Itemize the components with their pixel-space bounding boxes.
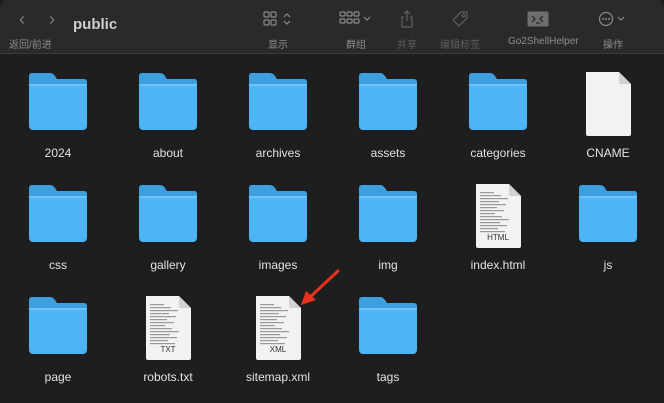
folder-icon — [113, 180, 223, 252]
folder-icon — [113, 68, 223, 140]
file-name: tags — [376, 370, 400, 384]
nav-label: 返回/前进 — [9, 40, 52, 51]
file-name: about — [152, 146, 184, 160]
file-name: CNAME — [586, 146, 630, 160]
file-name: css — [49, 258, 67, 272]
folder-icon — [333, 180, 443, 252]
svg-text:TXT: TXT — [160, 345, 175, 354]
finder-window: ‹ › 返回/前进 public 显示 群组 共享 编辑标签 Go2ShellH… — [0, 0, 664, 403]
folder-icon — [223, 180, 333, 252]
file-name: archives — [255, 146, 301, 160]
share-icon — [377, 8, 437, 30]
more-icon — [583, 8, 643, 30]
file-name: sitemap.xml — [245, 370, 310, 384]
share-label: 共享 — [397, 40, 417, 51]
folder-icon — [3, 292, 113, 364]
action-button[interactable]: 操作 — [583, 8, 643, 51]
svg-text:HTML: HTML — [487, 233, 509, 242]
file-item-2024[interactable]: 2024 — [3, 68, 113, 160]
folder-icon — [3, 68, 113, 140]
view-button[interactable]: 显示 — [248, 8, 308, 51]
edit-tags-button[interactable]: 编辑标签 — [430, 8, 490, 51]
file-item-tags[interactable]: tags — [333, 292, 443, 384]
action-label: 操作 — [603, 40, 623, 51]
file-item-archives[interactable]: archives — [223, 68, 333, 160]
file-name: gallery — [150, 258, 186, 272]
annotation-arrow-icon — [301, 269, 340, 305]
file-item-img[interactable]: img — [333, 180, 443, 272]
file-item-assets[interactable]: assets — [333, 68, 443, 160]
document-icon — [553, 68, 663, 140]
file-item-js[interactable]: js — [553, 180, 663, 272]
go2shell-label: Go2ShellHelper — [508, 36, 579, 47]
grid-view-icon — [248, 8, 308, 30]
file-item-css[interactable]: css — [3, 180, 113, 272]
file-item-gallery[interactable]: gallery — [113, 180, 223, 272]
forward-button[interactable]: › — [46, 10, 58, 28]
file-item-robots-txt[interactable]: TXT robots.txt — [113, 292, 223, 384]
file-name: img — [378, 258, 398, 272]
toolbar: ‹ › 返回/前进 public 显示 群组 共享 编辑标签 Go2ShellH… — [0, 0, 664, 54]
folder-icon — [3, 180, 113, 252]
terminal-icon — [508, 8, 568, 30]
file-item-page[interactable]: page — [3, 292, 113, 384]
folder-icon — [333, 292, 443, 364]
nav-buttons: ‹ › — [16, 10, 58, 28]
window-title: public — [73, 16, 118, 33]
folder-icon — [553, 180, 663, 252]
tag-icon — [430, 8, 490, 30]
file-item-images[interactable]: images — [223, 180, 333, 272]
file-item-categories[interactable]: categories — [443, 68, 553, 160]
file-name: robots.txt — [143, 370, 193, 384]
edit-tags-label: 编辑标签 — [440, 40, 480, 51]
folder-icon — [443, 68, 553, 140]
document-icon: TXT — [113, 292, 223, 364]
back-button[interactable]: ‹ — [16, 10, 28, 28]
svg-text:XML: XML — [270, 345, 287, 354]
view-label: 显示 — [268, 40, 288, 51]
file-item-index-html[interactable]: HTML index.html — [443, 180, 553, 272]
file-name: js — [603, 258, 613, 272]
file-item-about[interactable]: about — [113, 68, 223, 160]
share-button[interactable]: 共享 — [377, 8, 437, 51]
document-icon: HTML — [443, 180, 553, 252]
folder-icon — [333, 68, 443, 140]
file-name: 2024 — [44, 146, 72, 160]
file-name: page — [44, 370, 72, 384]
go2shell-button[interactable]: Go2ShellHelper — [508, 8, 579, 47]
file-name: categories — [470, 146, 526, 160]
file-item-cname[interactable]: CNAME — [553, 68, 663, 160]
file-name: assets — [370, 146, 406, 160]
folder-icon — [223, 68, 333, 140]
file-name: index.html — [470, 258, 526, 272]
